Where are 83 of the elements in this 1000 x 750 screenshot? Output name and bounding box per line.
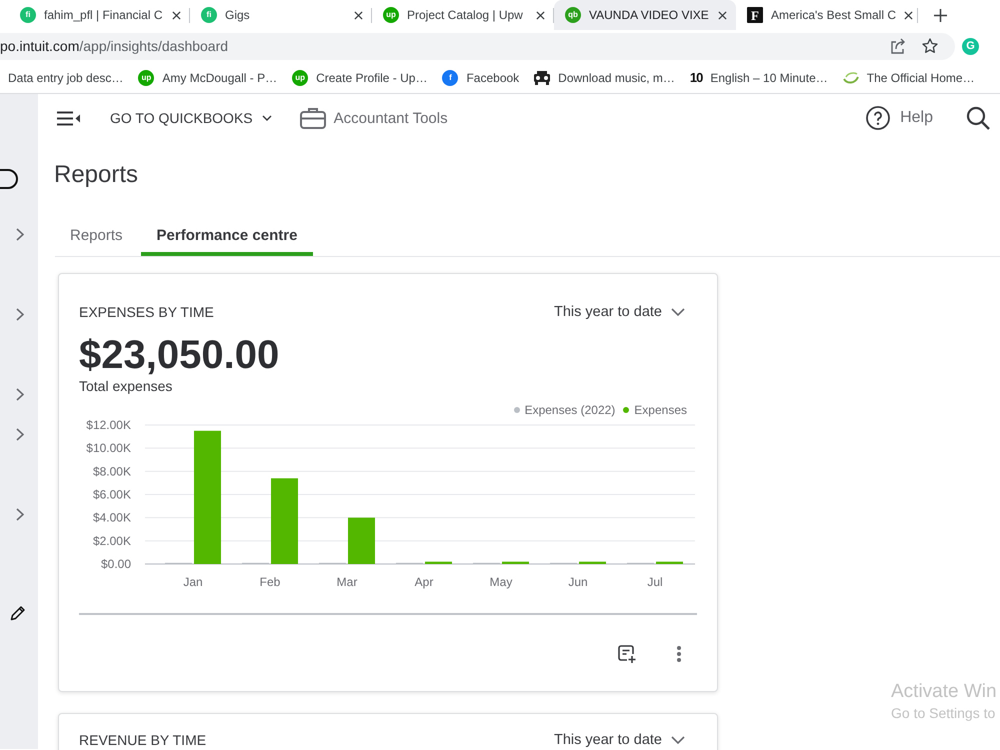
favicon: 10 <box>690 70 702 86</box>
close-icon[interactable] <box>536 10 545 20</box>
axis-label: $6.00K <box>92 488 131 502</box>
total-label: Total expenses <box>79 377 172 395</box>
favicon: up <box>383 7 399 23</box>
favicon: fi <box>201 7 217 23</box>
more-icon[interactable] <box>677 646 681 662</box>
briefcase-icon <box>300 107 326 129</box>
favicon: qb <box>565 7 581 23</box>
legend-label: Expenses <box>634 402 687 418</box>
period-dropdown[interactable]: This year to date <box>554 732 685 748</box>
caret-icon <box>262 115 272 121</box>
favicon: F <box>747 7 763 23</box>
chevron-down-icon <box>671 736 685 744</box>
chevron-icon[interactable] <box>16 308 24 321</box>
axis-label: $2.00K <box>92 534 131 548</box>
bookmark[interactable]: up Create Profile - Up… <box>292 70 428 86</box>
menu-icon[interactable] <box>57 110 80 126</box>
chevron-icon[interactable] <box>16 388 24 401</box>
period-dropdown[interactable]: This year to date <box>554 304 685 320</box>
page-title: Reports <box>54 160 138 190</box>
legend-label: Expenses (2022) <box>524 402 616 418</box>
favicon: up <box>292 70 308 86</box>
card-title: REVENUE BY TIME <box>79 732 206 748</box>
bar <box>579 562 606 564</box>
bookmark[interactable]: up Amy McDougall - P… <box>138 70 278 86</box>
close-icon[interactable] <box>718 10 727 20</box>
axis-label: $4.00K <box>92 510 131 525</box>
browser-tab[interactable]: fi Gigs <box>190 0 372 30</box>
chevron-icon[interactable] <box>16 508 24 521</box>
axis-label: Jun <box>568 575 588 589</box>
axis-label: Apr <box>414 575 434 589</box>
pencil-icon[interactable] <box>10 605 26 621</box>
go-to-quickbooks-button[interactable]: GO TO QUICKBOOKS <box>110 110 272 126</box>
address-bar[interactable]: po.intuit.com/app/insights/dashboard <box>0 32 955 60</box>
chevron-down-icon <box>671 308 685 316</box>
card-title: EXPENSES BY TIME <box>79 304 214 320</box>
total-amount: $23,050.00 <box>79 333 280 377</box>
browser-tab[interactable]: qb VAUNDA VIDEO VIXE <box>554 0 736 30</box>
bookmark[interactable]: 10 English – 10 Minute… <box>690 70 828 86</box>
axis-label: Jul <box>647 575 663 589</box>
bookmark[interactable]: Data entry job desc… <box>8 70 124 84</box>
bar <box>502 562 529 564</box>
bar <box>656 562 683 564</box>
share-icon[interactable] <box>890 38 906 54</box>
activation-title: Activate Win <box>891 680 997 704</box>
search-icon[interactable] <box>966 106 990 130</box>
browser-tab[interactable]: fi fahim_pfl | Financial C <box>0 0 190 30</box>
axis-label: Mar <box>336 575 358 589</box>
favicon: fi <box>20 7 36 23</box>
bookmark[interactable]: f Facebook <box>442 70 520 86</box>
report-tab[interactable]: Performance centre <box>140 218 314 256</box>
bookmark[interactable]: The Official Home… <box>842 70 975 86</box>
bar <box>348 518 375 564</box>
note-plus-icon[interactable] <box>618 645 636 663</box>
activation-text: Go to Settings to <box>891 704 996 722</box>
accountant-tools-button[interactable]: Accountant Tools <box>300 107 448 129</box>
bar <box>425 562 452 564</box>
axis-label: $10.00K <box>86 441 131 456</box>
plus-icon[interactable] <box>934 8 947 22</box>
help-button[interactable]: Help <box>866 106 933 130</box>
chevron-icon[interactable] <box>16 428 24 441</box>
axis-label: $8.00K <box>92 464 131 478</box>
close-icon[interactable] <box>904 10 913 20</box>
close-icon[interactable] <box>354 10 363 20</box>
browser-tab[interactable]: up Project Catalog | Upw <box>372 0 554 30</box>
axis-label: Jan <box>183 575 203 589</box>
bookmark[interactable]: Download music, m… <box>534 70 675 86</box>
car-icon <box>534 70 550 86</box>
browser-tab[interactable]: F America's Best Small C <box>736 0 918 30</box>
capsule-icon[interactable] <box>0 169 18 189</box>
favicon: up <box>138 70 154 86</box>
swoosh-icon <box>842 70 859 86</box>
star-icon[interactable] <box>922 38 938 54</box>
favicon: f <box>442 70 458 86</box>
axis-label: Feb <box>260 575 280 589</box>
help-icon <box>866 106 890 130</box>
report-tab[interactable]: Reports <box>55 218 141 256</box>
axis-label: May <box>490 575 512 589</box>
close-icon[interactable] <box>172 10 181 20</box>
axis-label: $0.00 <box>100 557 131 571</box>
chevron-icon[interactable] <box>16 228 24 241</box>
axis-label: $12.00K <box>86 418 131 432</box>
